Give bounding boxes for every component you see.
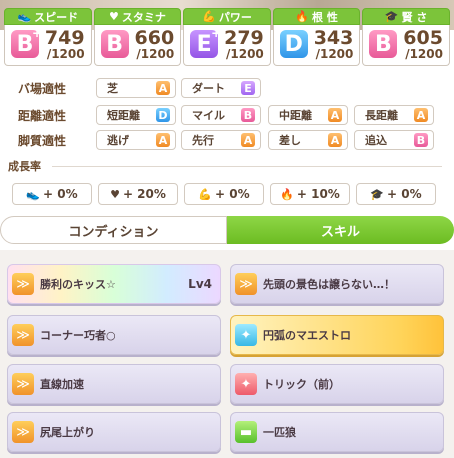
divider — [52, 166, 442, 167]
aptitude-grade: A — [328, 133, 342, 147]
aptitude-medium: 中距離 A — [268, 105, 348, 125]
stat-stamina: ♥ スタミナ B 660 /1200 — [93, 8, 182, 66]
aptitude-long: 長距離 A — [354, 105, 434, 125]
aptitude-grade: B — [241, 108, 255, 122]
stat-max: /1200 — [136, 47, 175, 61]
stat-grade: D — [279, 30, 308, 58]
stat-value: 749 — [44, 27, 85, 49]
aptitude-label: 脚質適性 — [18, 133, 67, 148]
stat-guts: 🔥 根 性 D 343 /1200 — [272, 8, 361, 66]
stat-power: 💪 パワー E + 279 /1200 — [183, 8, 271, 66]
stat-value: 279 — [224, 27, 264, 49]
speed-skill-icon: ≫ — [12, 273, 34, 295]
skill-card[interactable]: ≫ 直線加速 — [7, 364, 221, 404]
aptitude-late-surger: 差し A — [268, 130, 348, 150]
skill-name: 直線加速 — [40, 378, 84, 391]
heart-icon: ♥ — [110, 187, 120, 201]
growth-guts: 🔥 + 10% — [270, 183, 350, 205]
skill-name: 勝利のキッス☆ — [40, 278, 116, 291]
skill-name: 円弧のマエストロ — [263, 329, 351, 342]
aptitude-turf: 芝A — [96, 78, 176, 98]
stat-grade: B — [369, 30, 398, 58]
stat-wisdom: 🎓 賢 さ B 605 /1200 — [362, 8, 450, 66]
skill-name: 尻尾上がり — [40, 426, 95, 439]
aptitude-end-closer: 追込 B — [354, 130, 434, 150]
stat-value: 605 — [403, 27, 443, 49]
aptitude-track-row: バ場適性 — [18, 78, 82, 98]
speed-skill-icon: ≫ — [12, 373, 34, 395]
speed-skill-icon: ≫ — [235, 273, 257, 295]
aptitude-label: 距離適性 — [18, 108, 67, 123]
stat-speed: 👟 スピード B + 749 /1200 — [4, 8, 92, 66]
aptitude-front-runner: 逃げ A — [96, 130, 176, 150]
stat-grade: B + — [11, 26, 42, 58]
aptitude-grade: B — [414, 133, 428, 147]
skill-card[interactable]: ≫ 勝利のキッス☆ Lv4 — [7, 264, 221, 304]
aptitude-label: バ場適性 — [18, 81, 67, 96]
stat-label: スピード — [34, 10, 79, 24]
flame-icon: 🔥 — [295, 10, 309, 23]
skill-card[interactable]: ✦ 円弧のマエストロ — [230, 315, 444, 355]
stat-label: 賢 さ — [401, 10, 428, 24]
aptitude-grade: A — [414, 108, 428, 122]
shoe-icon: 👟 — [17, 10, 32, 23]
muscle-icon: 💪 — [202, 10, 216, 23]
aptitude-grade: A — [156, 133, 170, 147]
growth-power: 💪 + 0% — [184, 183, 264, 205]
aptitude-distance-row: 距離適性 — [18, 105, 82, 125]
flame-icon: 🔥 — [280, 187, 294, 201]
recovery-skill-icon: ✦ — [235, 324, 257, 346]
growth-stamina: ♥ + 20% — [98, 183, 178, 205]
green-skill-icon: ▬ — [235, 421, 257, 443]
tab-bar: コンディション スキル — [0, 216, 454, 244]
muscle-icon: 💪 — [198, 187, 213, 201]
skill-name: トリック（前） — [263, 378, 340, 391]
heart-icon: ♥ — [108, 10, 119, 23]
skill-card[interactable]: ✦ トリック（前） — [230, 364, 444, 404]
stats-panel: 👟 スピード B + 749 /1200 ♥ スタミナ B 660 /1200 💪 パワ… — [4, 8, 450, 66]
aptitude-grade: E — [241, 81, 255, 95]
debuff-skill-icon: ✦ — [235, 373, 257, 395]
skill-name: 一匹狼 — [263, 426, 296, 439]
skill-card[interactable]: ▬ 一匹狼 — [230, 412, 444, 452]
stat-grade: E + — [190, 26, 221, 58]
stat-value: 660 — [134, 27, 175, 49]
skill-name: 先頭の景色は譲らない…！ — [263, 278, 395, 291]
aptitude-mile: マイル B — [181, 105, 261, 125]
aptitude-grade: A — [156, 81, 170, 95]
aptitude-dirt: ダート E — [181, 78, 261, 98]
stat-max: /1200 — [46, 47, 85, 61]
speed-skill-icon: ≫ — [12, 324, 34, 346]
aptitude-sprint: 短距離 D — [96, 105, 176, 125]
growth-wisdom: 🎓 + 0% — [356, 183, 436, 205]
growth-speed: 👟 + 0% — [12, 183, 92, 205]
mortarboard-icon: 🎓 — [384, 10, 399, 23]
tab-condition[interactable]: コンディション — [0, 216, 227, 244]
growth-rate-label: 成長率 — [8, 160, 41, 173]
speed-skill-icon: ≫ — [12, 421, 34, 443]
stat-max: /1200 — [315, 47, 354, 61]
stat-max: /1200 — [226, 47, 264, 61]
aptitude-grade: A — [328, 108, 342, 122]
skill-card[interactable]: ≫ 尻尾上がり — [7, 412, 221, 452]
skill-card[interactable]: ≫ コーナー巧者○ — [7, 315, 221, 355]
skill-level: Lv4 — [188, 277, 212, 291]
tab-skill[interactable]: スキル — [227, 216, 454, 244]
aptitude-style-row: 脚質適性 — [18, 130, 82, 150]
stat-label: 根 性 — [312, 10, 338, 24]
stat-value: 343 — [313, 27, 354, 49]
mortarboard-icon: 🎓 — [370, 187, 385, 201]
stat-max: /1200 — [405, 47, 443, 61]
stat-label: スタミナ — [121, 10, 166, 24]
aptitude-pace-chaser: 先行 A — [181, 130, 261, 150]
stat-label: パワー — [218, 10, 252, 24]
stat-grade: B — [100, 30, 129, 58]
skill-name: コーナー巧者○ — [40, 329, 116, 342]
skill-card[interactable]: ≫ 先頭の景色は譲らない…！ — [230, 264, 444, 304]
aptitude-grade: D — [156, 108, 170, 122]
shoe-icon: 👟 — [26, 187, 41, 201]
aptitude-grade: A — [241, 133, 255, 147]
